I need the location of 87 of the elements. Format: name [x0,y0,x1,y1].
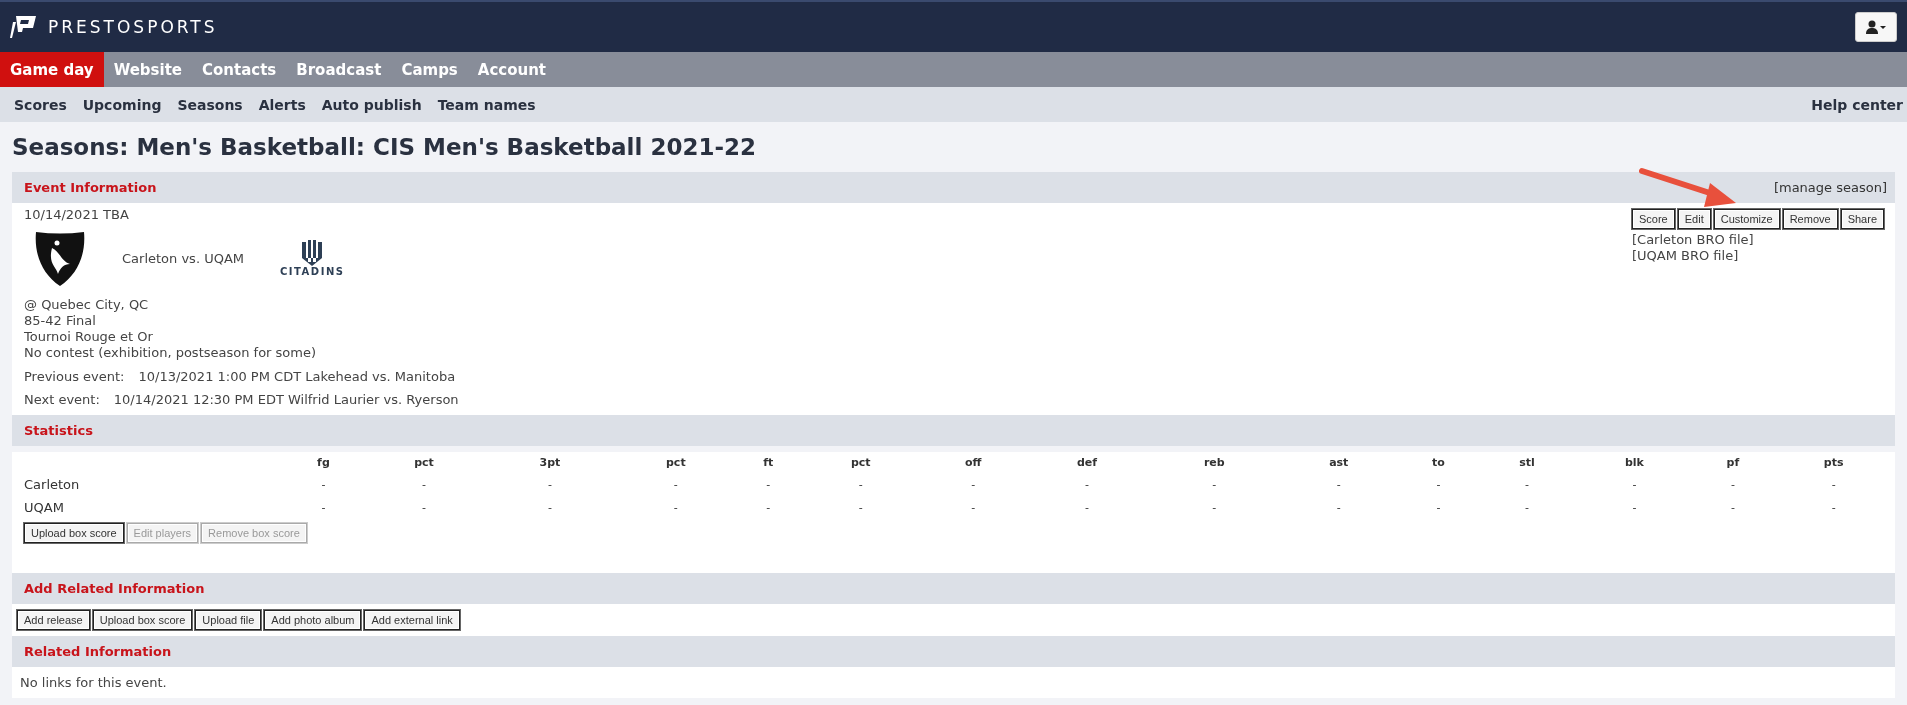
table-cell-text: - [1631,477,1638,493]
column-header: blk [1623,455,1645,471]
table-cell-text: - [1631,500,1638,516]
table-cell-text: - [1335,477,1342,493]
table-cell-text: - [857,500,864,516]
subnav-link[interactable]: Alerts [250,96,314,113]
table-cell-text: - [320,500,327,516]
file-link[interactable]: [Carleton BRO file] [1632,232,1754,248]
action-button[interactable]: Remove [1782,209,1838,229]
event-detail: @ Quebec City, QC [24,297,150,313]
stats-button[interactable]: Upload box score [24,523,124,543]
add-button[interactable]: Upload box score [92,610,193,630]
event-date: 10/14/2021 TBA [24,207,130,223]
subnav-link[interactable]: Upcoming [74,96,170,113]
table-cell-text: - [765,500,772,516]
table-cell-text: - [320,477,327,493]
matchup: Carleton vs. UQAM [122,250,244,266]
subnav-link[interactable]: Scores [6,96,75,113]
add-button[interactable]: Add release [17,610,90,630]
column-header: 3pt [538,455,562,471]
table-cell-text: - [421,500,428,516]
column-header: pct [849,455,872,471]
table-cell-text: - [970,477,977,493]
section-heading: Add Related Information [24,581,205,596]
event-detail: Tournoi Rouge et Or [24,329,154,345]
subnav-link[interactable]: Auto publish [313,96,430,113]
nav-tab[interactable]: Game day [0,52,104,87]
add-button[interactable]: Upload file [195,610,262,630]
event-detail: No contest (exhibition, postseason for some) [24,345,318,361]
table-cell-text: - [672,500,679,516]
table-cell-text: - [546,500,553,516]
table-cell-text: - [1211,500,1218,516]
column-header: pf [1725,455,1741,471]
event-label: Previous event: [24,369,125,384]
section-heading: Event Information [24,180,157,195]
table-cell-text: - [1729,500,1736,516]
table-cell-text: - [1211,477,1218,493]
page-title: Seasons: Men's Basketball: CIS Men's Basketball 2021-22 [12,133,757,162]
column-header: pct [665,455,687,471]
table-cell-text: - [970,500,977,516]
table-cell-text: - [1830,477,1837,493]
column-header: to [1431,455,1446,471]
manage-season-link[interactable]: [manage season] [1773,180,1887,195]
table-cell-text: - [1729,477,1736,493]
action-button[interactable]: Customize [1713,209,1780,229]
add-button[interactable]: Add external link [364,610,460,630]
table-cell-text: - [1523,500,1530,516]
team-name: Carleton [23,476,81,494]
table-cell-text: - [421,477,428,493]
team-name: UQAM [23,499,65,517]
help-link[interactable]: Help center [1803,96,1907,113]
section-heading: Related Information [24,644,172,659]
empty-message: No links for this event. [19,674,168,692]
event-link[interactable]: 10/14/2021 12:30 PM EDT Wilfrid Laurier vs. Ryerson [113,392,459,407]
column-header: pct [413,455,435,471]
event-link[interactable]: 10/13/2021 1:00 PM CDT Lakehead vs. Manitoba [138,369,456,384]
brand-name: PRESTOSPORTS [48,17,218,37]
column-header: def [1075,455,1099,471]
action-button[interactable]: Share [1840,209,1884,229]
table-cell-text: - [1435,477,1442,493]
subnav-link[interactable]: Seasons [169,96,251,113]
column-header: reb [1202,455,1226,471]
column-header: stl [1518,455,1536,471]
column-header: off [963,455,983,471]
table-cell-text: - [1523,477,1530,493]
table-cell-text: - [1830,500,1837,516]
table-cell-text: - [1084,500,1090,516]
column-header: ast [1328,455,1350,471]
action-button[interactable]: Edit [1677,209,1711,229]
table-cell-text: - [765,477,772,493]
section-heading: Statistics [24,423,93,438]
team-logo-text: CITADINS [280,265,345,277]
table-cell-text: - [546,477,553,493]
table-cell-text: - [1335,500,1342,516]
column-header: fg [316,455,331,471]
table-cell-text: - [1084,477,1090,493]
add-button[interactable]: Add photo album [264,610,362,630]
column-header: ft [762,455,775,471]
file-link[interactable]: [UQAM BRO file] [1632,248,1739,264]
table-cell-text: - [1435,500,1442,516]
action-button[interactable]: Score [1632,209,1675,229]
event-detail: 85-42 Final [24,313,97,329]
event-label: Next event: [24,392,100,407]
table-cell-text: - [857,477,864,493]
table-cell-text: - [672,477,679,493]
subnav-link[interactable]: Team names [429,96,544,113]
column-header: pts [1822,455,1845,471]
